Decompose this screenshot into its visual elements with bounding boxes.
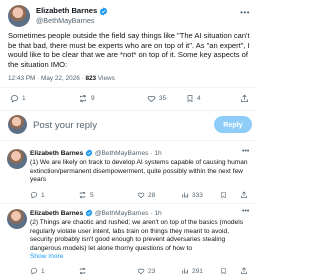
views-label: Views: [97, 75, 115, 82]
divider: [0, 140, 256, 141]
bookmark-icon: [187, 95, 193, 103]
reply-header: Elizabeth Barnes @BethMayBarnes · 1h: [30, 149, 162, 157]
views-chart-icon: [182, 268, 189, 274]
share-icon: [241, 267, 247, 274]
like-count: 35: [159, 95, 167, 102]
reply-header: Elizabeth Barnes @BethMayBarnes · 1h: [30, 209, 162, 217]
reply-icon: [30, 268, 37, 275]
like-action[interactable]: 23: [137, 267, 155, 275]
reply-icon: [11, 95, 18, 103]
more-options-icon[interactable]: •••: [242, 148, 249, 155]
share-icon: [241, 94, 248, 102]
author-name[interactable]: Elizabeth Barnes: [36, 6, 108, 16]
tweet-meta: 12:43 PM · May 22, 2026 · 823 Views: [8, 75, 115, 82]
views-count: 291: [192, 267, 203, 275]
views-count: 823: [85, 75, 97, 82]
reply-time[interactable]: 1h: [154, 150, 161, 157]
views-action[interactable]: 291: [181, 267, 203, 275]
retweet-icon: [79, 267, 86, 275]
author-handle[interactable]: @BethMayBarnes: [36, 16, 94, 25]
like-count: 28: [148, 191, 156, 199]
like-count: 23: [148, 267, 156, 275]
author-name[interactable]: Elizabeth Barnes: [30, 210, 83, 217]
like-action[interactable]: 35: [147, 94, 166, 103]
views-chart-icon: [182, 192, 189, 198]
reply-button[interactable]: Reply: [214, 116, 252, 133]
author-handle[interactable]: @BethMayBarnes: [95, 150, 149, 157]
heart-icon: [137, 268, 145, 275]
reply-tweet[interactable]: Elizabeth Barnes @BethMayBarnes · 1h •••…: [0, 208, 256, 279]
tweet-actions: 1 9 35 4: [0, 94, 256, 106]
verified-badge-icon: [85, 149, 93, 157]
reply-text: (1) We are likely on track to develop AI…: [30, 159, 248, 184]
retweet-count: 9: [91, 95, 95, 102]
retweet-icon: [79, 94, 87, 103]
reply-action[interactable]: 1: [30, 191, 45, 199]
share-icon: [241, 191, 247, 198]
like-action[interactable]: 28: [137, 191, 155, 199]
author-name-text[interactable]: Elizabeth Barnes: [36, 6, 97, 15]
share-action[interactable]: [240, 191, 248, 199]
tweet-timestamp[interactable]: 12:43 PM · May 22, 2026: [8, 75, 80, 82]
bookmark-action[interactable]: [220, 191, 227, 199]
reply-action[interactable]: 1: [10, 94, 26, 103]
tweet-text: Sometimes people outside the field say t…: [8, 31, 250, 69]
author-name[interactable]: Elizabeth Barnes: [30, 150, 83, 157]
more-options-icon[interactable]: •••: [242, 208, 249, 215]
heart-icon: [147, 95, 156, 102]
reply-action[interactable]: 1: [30, 267, 45, 275]
current-user-avatar[interactable]: [8, 115, 27, 134]
reply-actions: 1 23 291: [30, 267, 252, 279]
bookmark-icon: [221, 268, 226, 275]
verified-badge-icon: [85, 209, 93, 217]
avatar[interactable]: [8, 5, 30, 27]
author-handle[interactable]: @BethMayBarnes: [95, 210, 149, 217]
bookmark-count: 4: [197, 95, 201, 102]
bookmark-action[interactable]: 4: [186, 94, 201, 103]
avatar[interactable]: [7, 209, 27, 229]
dot-separator: ·: [150, 149, 153, 157]
tweet-header: Elizabeth Barnes @BethMayBarnes •••: [8, 4, 250, 28]
more-options-icon[interactable]: •••: [240, 8, 250, 17]
heart-icon: [137, 192, 145, 199]
reply-count: 1: [41, 191, 45, 199]
views-count: 333: [192, 191, 203, 199]
divider: [0, 87, 256, 88]
retweet-action[interactable]: 9: [78, 94, 95, 103]
reply-count: 1: [22, 95, 26, 102]
retweet-icon: [79, 191, 86, 199]
views-action[interactable]: 333: [181, 191, 203, 199]
share-action[interactable]: [240, 94, 249, 103]
reply-text: (2) Things are chaotic and rushed; we ar…: [30, 219, 243, 253]
retweet-count: 5: [90, 191, 94, 199]
share-action[interactable]: [240, 267, 248, 275]
bookmark-action[interactable]: [220, 267, 227, 275]
reply-input[interactable]: Post your reply: [33, 120, 97, 131]
reply-icon: [30, 192, 37, 199]
reply-tweet[interactable]: Elizabeth Barnes @BethMayBarnes · 1h •••…: [0, 148, 256, 209]
retweet-action[interactable]: [78, 267, 90, 275]
show-more-link[interactable]: Show more: [30, 253, 252, 262]
bookmark-icon: [221, 192, 226, 199]
verified-badge-icon: [100, 6, 108, 16]
divider: [0, 203, 256, 204]
reply-count: 1: [41, 267, 45, 275]
avatar[interactable]: [7, 149, 27, 169]
reply-actions: 1 5 28 333: [30, 191, 252, 203]
dot-separator: ·: [150, 209, 153, 217]
divider: [0, 110, 256, 111]
retweet-action[interactable]: 5: [78, 191, 94, 199]
reply-time[interactable]: 1h: [154, 210, 161, 217]
